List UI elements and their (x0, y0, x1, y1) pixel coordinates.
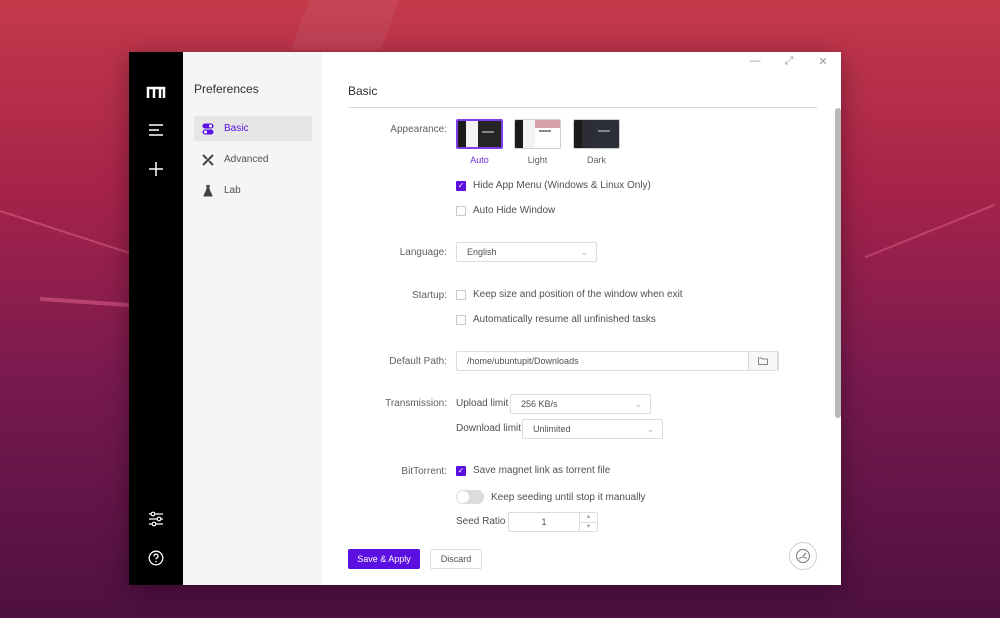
language-label: Language: (399, 247, 447, 258)
auto-hide-window-checkbox[interactable]: Auto Hide Window (456, 205, 555, 216)
hide-app-menu-checkbox[interactable]: ✓ Hide App Menu (Windows & Linux Only) (456, 180, 651, 191)
motrix-logo-icon[interactable] (144, 80, 168, 104)
nav-item-basic[interactable]: Basic (194, 116, 312, 141)
bittorrent-label: BitTorrent: (401, 466, 447, 477)
preferences-nav: Preferences Basic Advanced Lab (183, 52, 322, 585)
chevron-down-icon: ⌄ (634, 399, 642, 409)
default-path-label: Default Path: (389, 356, 447, 367)
scrollbar[interactable] (835, 108, 841, 418)
nav-item-lab[interactable]: Lab (194, 178, 312, 203)
theme-dark[interactable]: Dark (573, 119, 620, 165)
toggle-label: Keep seeding until stop it manually (491, 491, 646, 503)
theme-light-preview (514, 119, 561, 149)
tools-icon (201, 153, 215, 167)
theme-label: Light (527, 155, 548, 165)
increment-icon[interactable]: ▲ (580, 513, 597, 523)
default-path-input[interactable]: /home/ubuntupit/Downloads (456, 351, 779, 371)
maximize-icon[interactable]: ⤢ (781, 55, 797, 68)
toggle-icon (201, 122, 215, 136)
discard-button[interactable]: Discard (430, 549, 482, 569)
settings-panel: — ⤢ ✕ Basic Appearance: Auto Light Dark … (322, 52, 841, 585)
keep-seeding-toggle[interactable]: Keep seeding until stop it manually (456, 490, 646, 504)
checkbox-checked[interactable]: ✓ (456, 465, 466, 476)
theme-auto-preview (456, 119, 503, 149)
close-icon[interactable]: ✕ (815, 55, 831, 68)
nav-item-label: Lab (224, 185, 241, 196)
upload-limit-label: Upload limit (456, 398, 509, 409)
checkbox-label: Auto Hide Window (473, 205, 556, 216)
seed-ratio-stepper[interactable]: 1 ▲ ▼ (508, 512, 598, 532)
nav-item-label: Basic (224, 123, 249, 134)
download-limit-select[interactable]: Unlimited ⌄ (522, 419, 663, 439)
nav-item-advanced[interactable]: Advanced (194, 147, 312, 172)
upload-limit-select[interactable]: 256 KB/s ⌄ (510, 394, 651, 414)
theme-label: Auto (470, 155, 489, 165)
help-icon[interactable] (144, 546, 168, 570)
theme-label: Dark (586, 155, 606, 165)
language-select[interactable]: English ⌄ (456, 242, 597, 262)
folder-icon (758, 357, 768, 365)
nav-item-label: Advanced (224, 154, 269, 165)
app-window: Preferences Basic Advanced Lab — ⤢ ✕ Bas… (129, 52, 841, 585)
stepper-arrows: ▲ ▼ (579, 513, 597, 531)
preferences-icon[interactable] (144, 507, 168, 531)
save-magnet-checkbox[interactable]: ✓ Save magnet link as torrent file (456, 465, 610, 476)
checkbox-unchecked[interactable] (456, 314, 466, 325)
upload-limit-value: 256 KB/s (521, 399, 558, 409)
folder-browse-button[interactable] (748, 351, 778, 371)
nav-title: Preferences (194, 82, 259, 96)
checkbox-checked[interactable]: ✓ (456, 180, 466, 191)
theme-auto[interactable]: Auto (456, 119, 503, 165)
checkbox-label: Save magnet link as torrent file (473, 465, 611, 476)
auto-resume-checkbox[interactable]: Automatically resume all unfinished task… (456, 314, 656, 325)
transmission-label: Transmission: (385, 398, 447, 409)
page-title: Basic (348, 84, 378, 98)
language-value: English (467, 247, 497, 257)
app-rail (129, 52, 183, 585)
checkbox-label: Hide App Menu (Windows & Linux Only) (473, 180, 651, 191)
checkbox-label: Keep size and position of the window whe… (473, 289, 683, 300)
seed-ratio-value: 1 (541, 517, 547, 527)
theme-light[interactable]: Light (514, 119, 561, 165)
add-task-icon[interactable] (144, 157, 168, 181)
download-limit-label: Download limit (456, 423, 522, 434)
download-limit-value: Unlimited (533, 424, 571, 434)
save-apply-button[interactable]: Save & Apply (348, 549, 420, 569)
flask-icon (201, 184, 215, 198)
task-list-icon[interactable] (144, 118, 168, 142)
keep-size-checkbox[interactable]: Keep size and position of the window whe… (456, 289, 683, 300)
checkbox-unchecked[interactable] (456, 289, 466, 300)
minimize-icon[interactable]: — (747, 55, 763, 68)
divider (348, 107, 817, 108)
startup-label: Startup: (411, 290, 447, 301)
chevron-down-icon: ⌄ (580, 247, 588, 257)
toggle-switch[interactable] (456, 490, 484, 504)
checkbox-label: Automatically resume all unfinished task… (473, 314, 656, 325)
path-value: /home/ubuntupit/Downloads (467, 356, 579, 366)
appearance-label: Appearance: (390, 124, 447, 135)
seed-ratio-label: Seed Ratio (456, 516, 506, 527)
window-controls: — ⤢ ✕ (747, 55, 831, 68)
speedometer-icon[interactable] (789, 542, 817, 570)
chevron-down-icon: ⌄ (646, 424, 654, 434)
theme-dark-preview (573, 119, 620, 149)
decrement-icon[interactable]: ▼ (580, 523, 597, 532)
checkbox-unchecked[interactable] (456, 205, 466, 216)
